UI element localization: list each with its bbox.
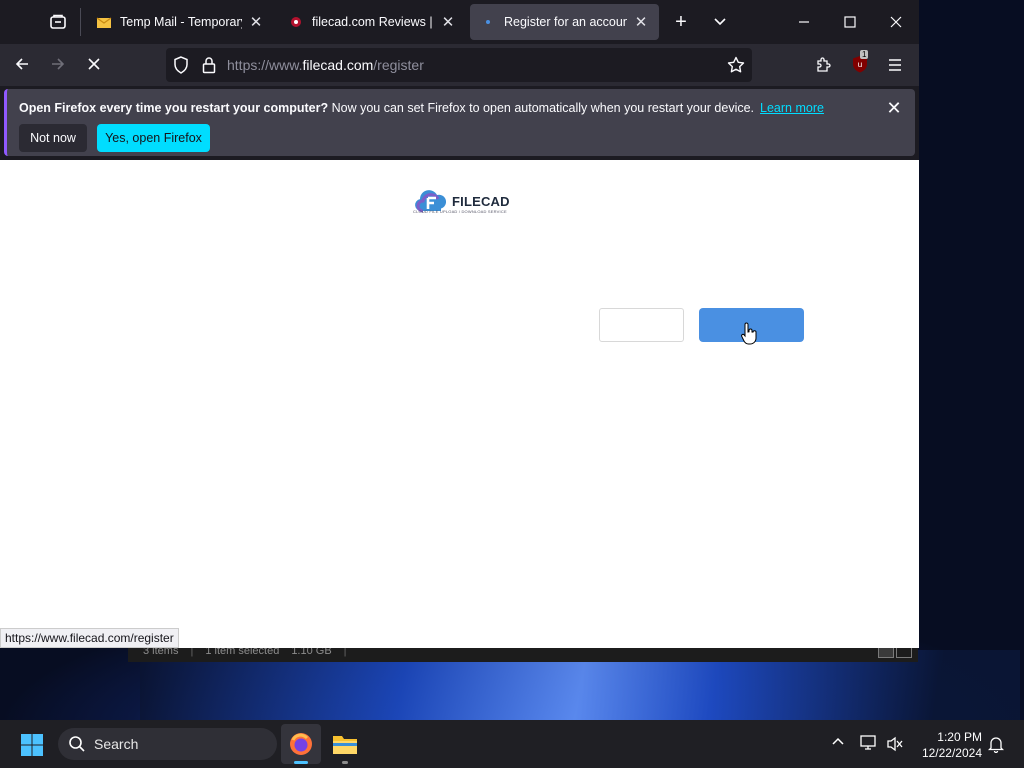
desktop-wallpaper bbox=[140, 650, 1020, 730]
list-all-tabs-button[interactable] bbox=[708, 10, 732, 34]
close-notification-icon[interactable]: ✕ bbox=[883, 97, 905, 119]
new-tab-button[interactable]: + bbox=[669, 10, 693, 34]
clock-date: 12/22/2024 bbox=[921, 746, 982, 760]
ublock-origin-icon[interactable]: u 1 bbox=[848, 50, 872, 76]
chevron-down-icon bbox=[714, 18, 726, 26]
back-button[interactable] bbox=[10, 52, 34, 76]
arrow-right-icon bbox=[52, 58, 65, 70]
close-tab-icon[interactable]: ✕ bbox=[248, 13, 264, 31]
search-icon bbox=[69, 736, 85, 752]
close-tab-icon[interactable]: ✕ bbox=[633, 13, 649, 31]
filecad-logo[interactable]: FILECAD CLOUD FILE UPLOAD / DOWNLOAD SER… bbox=[413, 187, 510, 215]
hand-pointer-icon bbox=[741, 322, 757, 345]
stop-loading-button[interactable] bbox=[82, 52, 106, 76]
tab-title: filecad.com Reviews | che bbox=[312, 15, 434, 29]
tab-filecad-reviews[interactable]: filecad.com Reviews | che ✕ bbox=[278, 4, 466, 40]
tab-bar: Temp Mail - Temporary D ✕ filecad.com Re… bbox=[0, 0, 919, 44]
tab-title: Temp Mail - Temporary D bbox=[120, 15, 242, 29]
firefox-view-icon[interactable] bbox=[46, 10, 70, 34]
yes-open-firefox-button[interactable]: Yes, open Firefox bbox=[97, 124, 210, 152]
envelope-icon bbox=[96, 17, 112, 28]
taskbar-firefox[interactable] bbox=[281, 724, 321, 764]
url-text[interactable]: https://www.filecad.com/register bbox=[227, 57, 424, 73]
hamburger-icon bbox=[889, 59, 901, 71]
status-link-tooltip: https://www.filecad.com/register bbox=[0, 628, 179, 648]
lock-icon[interactable] bbox=[200, 55, 218, 75]
firefox-running-indicator bbox=[294, 761, 308, 764]
windows-start-icon[interactable] bbox=[20, 733, 44, 757]
notification-bar: Open Firefox every time you restart your… bbox=[4, 89, 915, 156]
tab-title: Register for an account - bbox=[504, 15, 627, 29]
explorer-running-indicator bbox=[342, 761, 348, 764]
forward-button[interactable] bbox=[46, 52, 70, 76]
network-icon[interactable] bbox=[860, 735, 878, 751]
volume-muted-icon[interactable] bbox=[886, 736, 904, 752]
close-tab-icon[interactable]: ✕ bbox=[440, 13, 456, 31]
svg-text:u: u bbox=[858, 60, 862, 69]
close-window-button[interactable] bbox=[882, 10, 910, 34]
tab-temp-mail[interactable]: Temp Mail - Temporary D ✕ bbox=[86, 4, 274, 40]
close-icon bbox=[88, 58, 100, 70]
folder-icon bbox=[333, 736, 357, 754]
extension-badge: 1 bbox=[860, 50, 869, 59]
notification-message: Open Firefox every time you restart your… bbox=[19, 101, 824, 115]
tab-register[interactable]: Register for an account - ✕ bbox=[470, 4, 659, 40]
maximize-button[interactable] bbox=[836, 10, 864, 34]
taskbar-search[interactable]: Search bbox=[58, 728, 277, 760]
scamadviser-icon bbox=[291, 17, 301, 27]
minimize-button[interactable] bbox=[790, 10, 818, 34]
white-button[interactable] bbox=[599, 308, 684, 342]
learn-more-link[interactable]: Learn more bbox=[760, 101, 824, 115]
not-now-button[interactable]: Not now bbox=[19, 124, 87, 152]
chevron-up-icon[interactable] bbox=[832, 736, 844, 746]
notification-bell-icon[interactable] bbox=[988, 735, 1004, 753]
loading-dot-icon bbox=[486, 20, 490, 24]
firefox-window: Temp Mail - Temporary D ✕ filecad.com Re… bbox=[0, 0, 919, 648]
clock-time: 1:20 PM bbox=[937, 730, 982, 744]
taskbar-file-explorer[interactable] bbox=[325, 724, 365, 764]
firefox-icon bbox=[290, 733, 312, 755]
taskbar-clock[interactable]: 1:20 PM 12/22/2024 bbox=[912, 729, 982, 761]
app-menu-button[interactable] bbox=[884, 54, 906, 76]
tracking-protection-icon[interactable] bbox=[172, 55, 190, 75]
arrow-left-icon bbox=[15, 58, 28, 70]
page-content: FILECAD CLOUD FILE UPLOAD / DOWNLOAD SER… bbox=[0, 160, 919, 648]
bookmark-star-icon[interactable] bbox=[725, 54, 747, 76]
extensions-icon[interactable] bbox=[812, 54, 834, 76]
